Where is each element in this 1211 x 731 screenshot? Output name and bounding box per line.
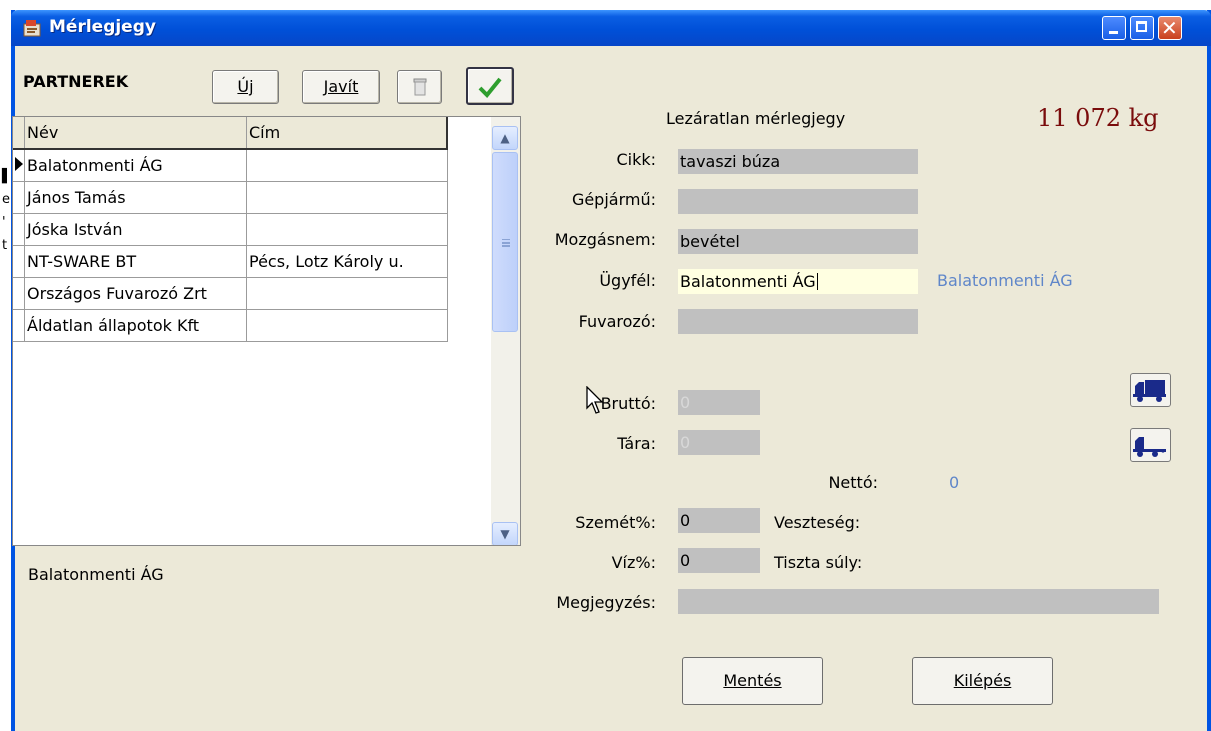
grid-header-row: Név Cím [13,117,448,150]
save-button-label: Mentés [723,671,782,690]
table-row[interactable]: Jóska István [13,213,448,246]
column-header-name[interactable]: Név [24,117,247,150]
exit-button[interactable]: Kilépés [912,657,1053,705]
netto-value: 0 [949,473,960,492]
row-pointer-icon [15,157,23,171]
loaded-truck-icon [1133,380,1166,402]
partner-name-cell[interactable]: Áldatlan állapotok Kft [24,309,247,342]
maximize-icon [1136,21,1147,32]
partner-name-cell[interactable]: Jóska István [24,213,247,246]
ugyfel-label: Ügyfél: [599,271,656,290]
partner-name-cell[interactable]: NT-SWARE BT [24,245,247,278]
partners-grid[interactable]: Név Cím Balatonmenti ÁG János Tamás Jósk… [12,116,521,546]
chevron-down-icon: ▼ [500,527,510,541]
scroll-thumb[interactable] [492,152,518,332]
grid-vertical-scrollbar[interactable]: ▲ ▼ [491,117,520,545]
partner-address-cell[interactable] [246,277,448,310]
partner-address-cell[interactable]: Pécs, Lotz Károly u. [246,245,448,278]
minimize-button[interactable] [1102,16,1126,40]
edit-button-label: Javít [323,77,359,96]
table-row[interactable]: Áldatlan állapotok Kft [13,309,448,342]
partner-address-cell[interactable] [246,309,448,342]
viz-field[interactable]: 0 [678,548,760,573]
megjegyzes-field[interactable] [678,589,1159,614]
partner-name-cell[interactable]: Országos Fuvarozó Zrt [24,277,247,310]
confirm-partner-button[interactable] [466,67,514,105]
szemet-label: Szemét%: [575,513,656,532]
row-indicator [13,213,25,246]
text-caret [816,273,818,290]
gepjarmu-label: Gépjármű: [571,190,656,209]
ugyfel-field[interactable]: Balatonmenti ÁG [678,269,918,294]
empty-truck-icon [1133,437,1166,457]
cikk-field[interactable]: tavaszi búza [678,149,918,174]
mouse-cursor-icon [586,386,604,414]
row-indicator [13,181,25,214]
tara-weigh-button[interactable] [1130,428,1171,462]
table-row[interactable]: NT-SWARE BT Pécs, Lotz Károly u. [13,245,448,278]
scroll-up-button[interactable]: ▲ [492,126,518,150]
current-weight: 11 072 kg [1037,104,1159,132]
selected-partner-label: Balatonmenti ÁG [28,565,164,584]
table-row[interactable]: Országos Fuvarozó Zrt [13,277,448,310]
fuvarozo-field[interactable] [678,309,918,334]
save-button[interactable]: Mentés [682,657,823,705]
brutto-field[interactable]: 0 [678,390,760,415]
table-row[interactable]: Balatonmenti ÁG [13,149,448,182]
scroll-down-button[interactable]: ▼ [492,522,518,545]
chevron-up-icon: ▲ [500,131,510,145]
tiszta-suly-label: Tiszta súly: [774,553,863,572]
window-title: Mérlegjegy [49,17,156,37]
new-partner-button[interactable]: Új [212,70,279,104]
maximize-button[interactable] [1130,16,1154,40]
row-indicator [13,277,25,310]
indicator-header [13,117,25,150]
ugyfel-field-text: Balatonmenti ÁG [680,272,816,291]
cikk-label: Cikk: [616,150,656,169]
mozgasnem-field[interactable]: bevétel [678,229,918,254]
partner-address-cell[interactable] [246,149,448,182]
row-indicator [13,245,25,278]
minimize-icon [1109,31,1118,34]
ugyfel-display: Balatonmenti ÁG [937,271,1073,290]
close-button[interactable]: ✕ [1158,16,1182,40]
column-header-address[interactable]: Cím [246,117,448,150]
trash-icon [413,78,426,96]
szemet-field[interactable]: 0 [678,508,760,533]
checkmark-icon [478,77,502,98]
netto-label: Nettó: [828,473,878,492]
grip-icon [502,239,510,241]
partner-name-cell[interactable]: János Tamás [24,181,247,214]
partners-heading: PARTNEREK [23,72,129,91]
exit-button-label: Kilépés [953,671,1012,690]
tara-label: Tára: [617,434,656,453]
partner-address-cell[interactable] [246,181,448,214]
row-indicator [13,149,25,182]
gepjarmu-field[interactable] [678,189,918,214]
megjegyzes-label: Megjegyzés: [556,593,656,612]
fuvarozo-label: Fuvarozó: [578,312,656,331]
new-button-label: Új [237,77,254,96]
viz-label: Víz%: [611,553,656,572]
edit-partner-button[interactable]: Javít [302,70,380,104]
title-bar[interactable]: Mérlegjegy ✕ [11,10,1211,46]
row-indicator [13,309,25,342]
ticket-status: Lezáratlan mérlegjegy [666,109,846,128]
partner-address-cell[interactable] [246,213,448,246]
mozgasnem-label: Mozgásnem: [554,230,656,249]
brutto-weigh-button[interactable] [1130,373,1171,407]
partner-name-cell[interactable]: Balatonmenti ÁG [24,149,247,182]
delete-partner-button[interactable] [397,70,442,104]
table-row[interactable]: János Tamás [13,181,448,214]
veszteseg-label: Veszteség: [774,513,861,532]
app-icon [23,20,41,37]
tara-field[interactable]: 0 [678,430,760,455]
close-icon: ✕ [1161,16,1178,40]
